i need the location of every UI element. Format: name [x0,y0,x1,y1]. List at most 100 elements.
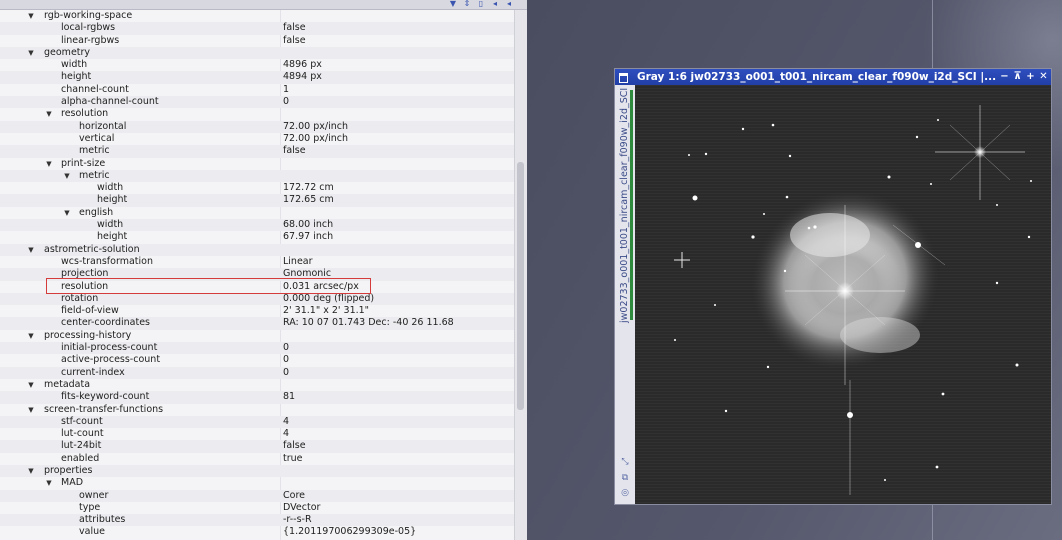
tree-row[interactable]: horizontal 72.00 px/inch [0,120,514,133]
tree-row[interactable]: attributes -r--s-R [0,514,514,527]
expand-toggle-icon[interactable]: ▼ [26,404,36,416]
tree-row[interactable]: alpha-channel-count 0 [0,96,514,109]
image-window-titlebar[interactable]: Gray 1:6 jw02733_o001_t001_nircam_clear_… [615,69,1051,85]
tree-row[interactable]: current-index 0 [0,366,514,379]
property-key: processing-history [44,329,132,341]
property-key: value [79,526,105,538]
expand-toggle-icon[interactable]: ▼ [44,158,54,170]
property-key: MAD [61,477,84,489]
property-key: metric [79,169,110,181]
tree-row[interactable]: type DVector [0,502,514,514]
property-value: true [283,452,303,464]
property-key: screen-transfer-functions [44,403,164,415]
expand-toggle-icon[interactable]: ▼ [62,207,72,219]
tree-row[interactable]: rotation 0.000 deg (flipped) [0,292,514,306]
tree-row[interactable]: ▼ screen-transfer-functions [0,404,514,416]
tree-row[interactable]: height 4894 px [0,71,514,84]
expand-toggle-icon[interactable]: ▼ [62,170,72,182]
property-value: false [283,440,306,452]
tree-row[interactable]: projection Gnomonic [0,268,514,281]
tree-row[interactable]: height 67.97 inch [0,231,514,243]
tree-row[interactable]: wcs-transformation Linear [0,256,514,268]
tree-row[interactable]: ▼ resolution [0,108,514,120]
tree-row[interactable]: ▼ processing-history [0,330,514,342]
image-window[interactable]: Gray 1:6 jw02733_o001_t001_nircam_clear_… [614,68,1052,505]
image-canvas[interactable] [635,85,1051,504]
property-key: print-size [61,157,106,169]
tree-row[interactable]: ▼ metric [0,169,514,183]
expand-toggle-icon[interactable]: ▼ [26,465,36,477]
maximize-icon[interactable]: ⊼ [1013,69,1022,85]
window-menu-icon[interactable] [619,73,628,83]
expand-toggle-icon[interactable]: ▼ [44,477,54,489]
property-key: enabled [61,452,100,464]
astronomical-image [635,85,1051,504]
tree-row[interactable]: stf-count 4 [0,415,514,429]
tree-row[interactable]: local-rgbws false [0,22,514,35]
tree-row[interactable]: lut-count 4 [0,428,514,440]
tree-row[interactable]: ▼ metadata [0,379,514,391]
tree-row[interactable]: ▼ english [0,207,514,219]
close-icon[interactable]: ✕ [1039,69,1048,85]
expand-toggle-icon[interactable]: ▼ [44,108,54,120]
property-key: initial-process-count [61,342,158,354]
property-value: 4894 px [283,71,322,83]
mask-icon[interactable]: ◎ [620,488,630,498]
tree-row[interactable]: field-of-view 2' 31.1" x 2' 31.1" [0,305,514,317]
close-icon[interactable]: ◂ [505,0,513,8]
tree-row[interactable]: initial-process-count 0 [0,342,514,355]
expand-toggle-icon[interactable]: ▼ [26,47,36,59]
property-key: height [97,194,128,206]
tree-row[interactable]: center-coordinates RA: 10 07 01.743 Dec: … [0,317,514,330]
tree-scrollbar[interactable] [514,10,527,540]
tree-row[interactable]: linear-rgbws false [0,35,514,47]
pin-icon[interactable]: − [1000,69,1009,85]
image-window-side-tab[interactable]: jw02733_o001_t001_nircam_clear_f090w_i2d… [615,85,635,504]
undock-icon[interactable]: ◂ [491,0,499,8]
tree-row[interactable]: ▼ properties [0,464,514,478]
property-key: stf-count [61,415,103,427]
expand-toggle-icon[interactable]: ▼ [26,244,36,256]
tree-row[interactable]: width 172.72 cm [0,182,514,194]
tree-row[interactable]: height 172.65 cm [0,194,514,207]
property-value: 2' 31.1" x 2' 31.1" [283,305,370,317]
expand-toggle-icon[interactable]: ▼ [26,379,36,391]
tree-row[interactable]: ▼ MAD [0,477,514,489]
copy-icon[interactable]: ▯ [477,0,485,8]
tree-row[interactable]: width 68.00 inch [0,219,514,232]
tree-row[interactable]: enabled true [0,453,514,465]
tree-row[interactable]: ▼ rgb-working-space [0,10,514,22]
tree-row[interactable]: resolution 0.031 arcsec/px [0,281,514,293]
property-key: width [61,59,88,71]
resize-icon[interactable]: ⤡ [620,457,630,467]
tree-row[interactable]: width 4896 px [0,59,514,71]
link-icon[interactable]: ⧉ [620,473,630,483]
tree-row[interactable]: metric false [0,145,514,158]
property-key: rotation [61,292,99,304]
tree-row[interactable]: ▼ print-size [0,158,514,170]
property-key: metric [79,145,110,157]
scrollbar-thumb[interactable] [517,162,524,410]
tree-row[interactable]: active-process-count 0 [0,354,514,366]
tree-row[interactable]: channel-count 1 [0,84,514,96]
tree-row[interactable]: vertical 72.00 px/inch [0,133,514,145]
property-key: width [97,182,124,194]
tree-row[interactable]: lut-24bit false [0,440,514,453]
property-value: false [283,22,306,34]
shade-icon[interactable]: + [1026,69,1035,85]
tree-row[interactable]: fits-keyword-count 81 [0,391,514,404]
expand-toggle-icon[interactable]: ▼ [26,10,36,22]
property-key: projection [61,268,109,280]
property-key: horizontal [79,120,127,132]
property-key: height [61,71,92,83]
tree-row[interactable]: ▼ geometry [0,46,514,60]
expand-all-icon[interactable]: ⇕ [463,0,471,8]
collapse-icon[interactable]: ▼ [449,0,457,8]
expand-toggle-icon[interactable]: ▼ [26,330,36,342]
property-key: wcs-transformation [61,255,153,267]
tree-row[interactable]: owner Core [0,489,514,502]
property-value: {1.201197006299309e-05} [283,526,417,538]
property-key: astrometric-solution [44,243,140,255]
tree-row[interactable]: ▼ astrometric-solution [0,243,514,256]
tree-row[interactable]: value {1.201197006299309e-05} [0,526,514,538]
